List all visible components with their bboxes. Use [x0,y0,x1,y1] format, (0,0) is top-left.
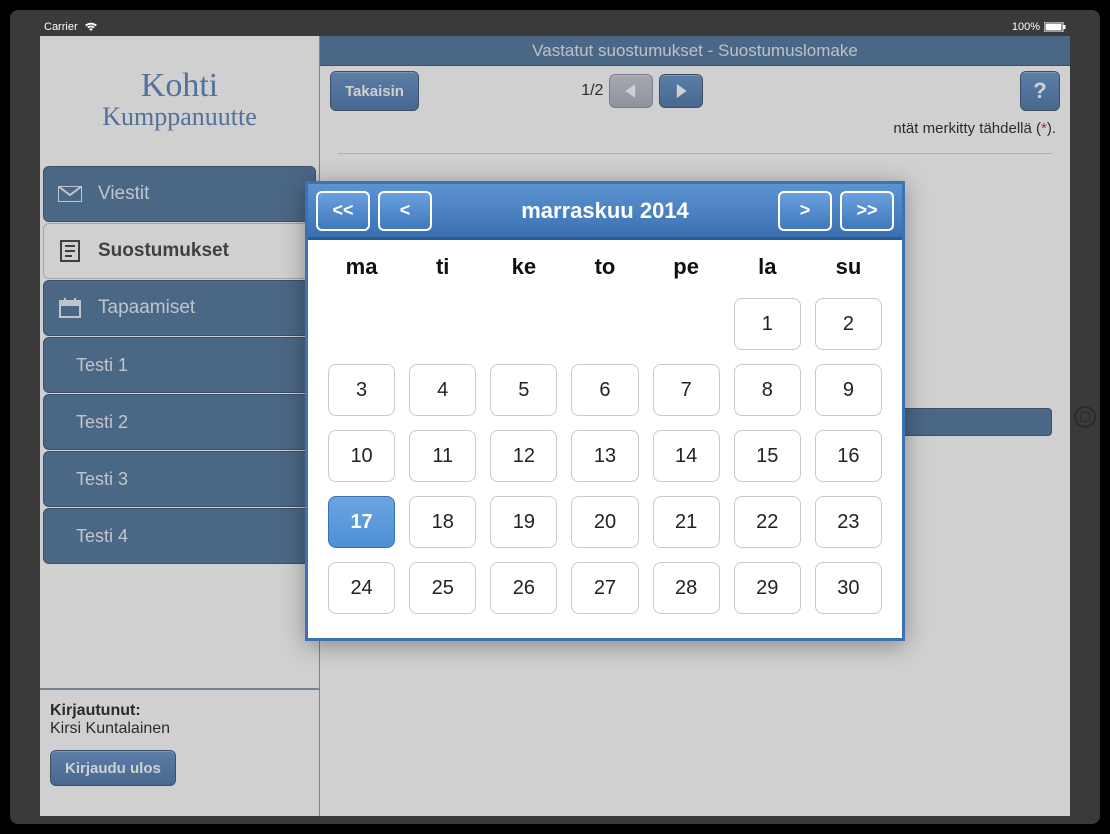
pager-prev-button[interactable] [609,74,653,108]
picker-day-5[interactable]: 5 [490,364,557,416]
mail-icon [58,184,82,204]
home-button[interactable] [1074,406,1096,428]
picker-day-19[interactable]: 19 [490,496,557,548]
triangle-left-icon [624,84,638,98]
picker-day-7[interactable]: 7 [653,364,720,416]
picker-day-30[interactable]: 30 [815,562,882,614]
picker-day-9[interactable]: 9 [815,364,882,416]
picker-day-15[interactable]: 15 [734,430,801,482]
picker-day-11[interactable]: 11 [409,430,476,482]
carrier-label: Carrier [44,21,78,33]
picker-dow: ke [490,254,557,284]
picker-day-empty [409,298,476,350]
picker-dow: to [571,254,638,284]
picker-next-month-button[interactable]: > [778,191,832,231]
picker-day-3[interactable]: 3 [328,364,395,416]
sidebar-item-label: Tapaamiset [98,297,195,319]
battery-label: 100% [1012,21,1040,33]
picker-header: << < marraskuu 2014 > >> [308,184,902,240]
pager-next-button[interactable] [659,74,703,108]
picker-day-6[interactable]: 6 [571,364,638,416]
picker-day-18[interactable]: 18 [409,496,476,548]
picker-day-21[interactable]: 21 [653,496,720,548]
tablet-frame: Carrier 100% Kohti Kumppanuutte Viestit S… [0,0,1110,834]
sidebar: Kohti Kumppanuutte Viestit Suostumukset Ta… [40,36,320,816]
back-button[interactable]: Takaisin [330,71,419,111]
picker-day-20[interactable]: 20 [571,496,638,548]
help-button[interactable]: ? [1020,71,1060,111]
picker-dow: la [734,254,801,284]
picker-day-empty [653,298,720,350]
pager: 1/2 [581,74,703,108]
sidebar-item-label: Viestit [98,183,149,205]
divider [338,153,1052,154]
picker-day-10[interactable]: 10 [328,430,395,482]
sidebar-item-label: Testi 1 [76,355,128,376]
picker-day-12[interactable]: 12 [490,430,557,482]
picker-day-16[interactable]: 16 [815,430,882,482]
sidebar-item-1[interactable]: Suostumukset [43,223,316,279]
picker-day-24[interactable]: 24 [328,562,395,614]
nav-list: Viestit Suostumukset Tapaamiset Testi 1 Test… [40,166,319,564]
date-picker: << < marraskuu 2014 > >> matiketopelasu 1… [305,181,905,641]
triangle-right-icon [674,84,688,98]
tablet-bezel: Carrier 100% Kohti Kumppanuutte Viestit S… [10,10,1100,824]
sidebar-item-label: Testi 4 [76,526,128,547]
required-note: ntät merkitty tähdellä (*). [320,116,1070,137]
picker-day-25[interactable]: 25 [409,562,476,614]
picker-day-27[interactable]: 27 [571,562,638,614]
sidebar-item-3[interactable]: Testi 1 [43,337,316,393]
picker-day-26[interactable]: 26 [490,562,557,614]
session-user: Kirsi Kuntalainen [50,720,309,738]
sidebar-item-6[interactable]: Testi 4 [43,508,316,564]
picker-day-13[interactable]: 13 [571,430,638,482]
picker-dow: su [815,254,882,284]
session-label: Kirjautunut: [50,702,141,719]
toolbar: Takaisin 1/2 ? [320,66,1070,116]
picker-day-empty [328,298,395,350]
picker-day-14[interactable]: 14 [653,430,720,482]
picker-title: marraskuu 2014 [440,198,770,224]
picker-day-4[interactable]: 4 [409,364,476,416]
picker-day-29[interactable]: 29 [734,562,801,614]
session-panel: Kirjautunut: Kirsi Kuntalainen Kirjaudu … [40,688,319,816]
picker-dow: ti [409,254,476,284]
sidebar-item-0[interactable]: Viestit [43,166,316,222]
app-screen: Kohti Kumppanuutte Viestit Suostumukset Ta… [40,36,1070,816]
picker-next-year-button[interactable]: >> [840,191,894,231]
picker-dow: ma [328,254,395,284]
sidebar-item-4[interactable]: Testi 2 [43,394,316,450]
picker-prev-year-button[interactable]: << [316,191,370,231]
picker-dow: pe [653,254,720,284]
picker-day-empty [571,298,638,350]
document-icon [58,241,82,261]
wifi-icon [84,22,98,32]
picker-day-28[interactable]: 28 [653,562,720,614]
sidebar-item-5[interactable]: Testi 3 [43,451,316,507]
picker-grid: matiketopelasu12345678910111213141516171… [308,240,902,638]
picker-day-2[interactable]: 2 [815,298,882,350]
page-title: Vastatut suostumukset - Suostumuslomake [320,36,1070,66]
pager-label: 1/2 [581,82,603,100]
battery-icon [1044,22,1066,32]
sidebar-item-label: Testi 2 [76,412,128,433]
picker-day-17[interactable]: 17 [328,496,395,548]
sidebar-item-label: Testi 3 [76,469,128,490]
logout-button[interactable]: Kirjaudu ulos [50,750,176,786]
picker-day-23[interactable]: 23 [815,496,882,548]
picker-prev-month-button[interactable]: < [378,191,432,231]
app-logo: Kohti Kumppanuutte [40,36,319,166]
status-bar: Carrier 100% [40,18,1070,36]
calendar-icon [58,298,82,318]
picker-day-22[interactable]: 22 [734,496,801,548]
picker-day-1[interactable]: 1 [734,298,801,350]
sidebar-item-2[interactable]: Tapaamiset [43,280,316,336]
sidebar-item-label: Suostumukset [98,240,229,262]
picker-day-empty [490,298,557,350]
picker-day-8[interactable]: 8 [734,364,801,416]
